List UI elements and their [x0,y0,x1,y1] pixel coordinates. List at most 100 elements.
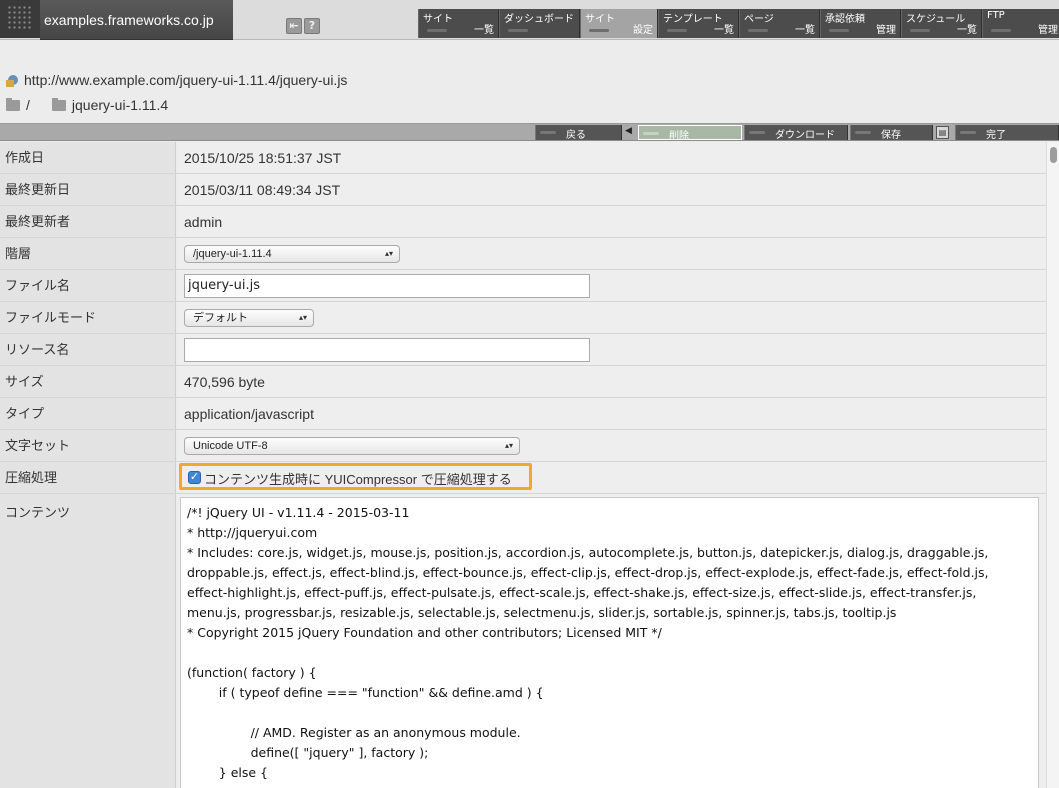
nav-sublabel: 管理 [1038,25,1058,36]
back-button[interactable]: 戻る [535,125,622,141]
site-name: examples.frameworks.co.jp [44,12,214,28]
scrollbar-thumb[interactable] [1050,147,1057,163]
triangle-left-icon: ◀ [625,126,632,136]
charset-label: 文字セット [0,430,176,461]
filename-cell: jquery-ui.js [177,270,1046,301]
row-created: 作成日 2015/10/25 18:51:37 JST [0,142,1046,174]
resource-label: リソース名 [0,334,176,365]
nav-sublabel: 設定 [633,25,653,36]
row-charset: 文字セット Unicode UTF-8 ▴▾ [0,430,1046,462]
main-nav: サイト 一覧 ダッシュボード サイト 設定 テンプレート 一覧 ページ 一覧 承認依頼管… [418,9,1059,38]
nav-sublabel: 管理 [876,25,896,36]
nav-approval[interactable]: 承認依頼 管理 [820,9,901,38]
exit-icon[interactable]: ⇤ [286,18,302,34]
filename-label: ファイル名 [0,270,176,301]
breadcrumb-root[interactable]: / [26,97,30,113]
url-row: http://www.example.com/jquery-ui-1.11.4/… [6,72,347,88]
size-cell: 470,596 byte [177,366,1046,397]
select-arrows-icon: ▴▾ [384,249,393,258]
nav-site-list[interactable]: サイト一覧 [418,9,499,38]
resource-cell [177,334,1046,365]
filemode-cell: デフォルト ▴▾ [177,302,1046,333]
content-editor[interactable]: /*! jQuery UI - v1.11.4 - 2015-03-11 * h… [180,497,1039,788]
modifier-cell: admin [177,206,1046,237]
nav-label: サイト [585,14,615,25]
download-label: ダウンロード [775,130,835,141]
top-bar: examples.frameworks.co.jp ⇤? サイト一覧 ダッシュボ… [0,0,1059,40]
row-filename: ファイル名 jquery-ui.js [0,270,1046,302]
row-size: サイズ 470,596 byte [0,366,1046,398]
indicator-led [540,131,556,134]
modified-cell: 2015/03/11 08:49:34 JST [177,174,1046,205]
row-modifier: 最終更新者 admin [0,206,1046,238]
download-button[interactable]: ダウンロード [744,125,848,141]
created-cell: 2015/10/25 18:51:37 JST [177,142,1046,173]
nav-sublabel: 一覧 [474,25,494,36]
file-url[interactable]: http://www.example.com/jquery-ui-1.11.4/… [24,72,347,88]
web-link-icon [6,73,20,87]
charset-select[interactable]: Unicode UTF-8 ▴▾ [184,437,520,455]
row-filemode: ファイルモード デフォルト ▴▾ [0,302,1046,334]
nav-ftp[interactable]: FTP 管理 [982,9,1059,38]
charset-cell: Unicode UTF-8 ▴▾ [177,430,1046,461]
done-label: 完了 [986,130,1006,141]
folder-icon [51,98,66,111]
save-label: 保存 [881,130,901,141]
indicator-led [643,132,659,135]
modifier-value: admin [184,214,223,230]
nav-site-settings[interactable]: サイト設定 [580,9,658,38]
row-type: タイプ application/javascript [0,398,1046,430]
nav-label: サイト [423,14,453,25]
resource-input[interactable] [184,338,590,362]
disk-icon: ▤ [936,126,949,139]
nav-template-list[interactable]: テンプレート 一覧 [658,9,739,38]
indicator-led [667,29,687,32]
delete-button[interactable]: 削除 [638,125,742,142]
hierarchy-select[interactable]: /jquery-ui-1.11.4 ▴▾ [184,245,400,263]
nav-sublabel: 一覧 [795,25,815,36]
content-label: コンテンツ [0,494,176,788]
nav-sublabel: 一覧 [714,25,734,36]
filename-input[interactable]: jquery-ui.js [184,274,590,298]
filemode-select-value: デフォルト [193,312,248,324]
indicator-led [960,131,976,134]
back-label: 戻る [566,130,586,141]
content-cell: /*! jQuery UI - v1.11.4 - 2015-03-11 * h… [177,494,1046,788]
compress-highlight: ✓ コンテンツ生成時に YUICompressor で圧縮処理する [179,463,532,490]
breadcrumb-folder[interactable]: jquery-ui-1.11.4 [72,97,168,113]
modified-label: 最終更新日 [0,174,176,205]
compress-checkbox[interactable]: ✓ [188,471,201,484]
nav-schedule[interactable]: スケジュール 一覧 [901,9,982,38]
action-bar: 戻る ◀ 削除 ダウンロード 保存 ▤ 完了 [0,123,1059,142]
app-grid-icon[interactable] [0,0,40,38]
hierarchy-cell: /jquery-ui-1.11.4 ▴▾ [177,238,1046,269]
row-hierarchy: 階層 /jquery-ui-1.11.4 ▴▾ [0,238,1046,270]
nav-label: 承認依頼 [825,14,865,25]
site-tab[interactable]: examples.frameworks.co.jp [40,0,233,40]
filemode-label: ファイルモード [0,302,176,333]
save-button[interactable]: 保存 [850,125,933,141]
compress-label: 圧縮処理 [0,462,176,493]
row-resource: リソース名 [0,334,1046,366]
charset-select-value: Unicode UTF-8 [193,440,268,452]
indicator-led [855,131,871,134]
done-button[interactable]: 完了 [955,125,1059,141]
row-modified: 最終更新日 2015/03/11 08:49:34 JST [0,174,1046,206]
filemode-select[interactable]: デフォルト ▴▾ [184,309,314,327]
delete-label: 削除 [669,131,689,142]
nav-page-list[interactable]: ページ 一覧 [739,9,820,38]
hierarchy-label: 階層 [0,238,176,269]
hierarchy-select-value: /jquery-ui-1.11.4 [193,248,272,260]
row-compress: 圧縮処理 ✓ コンテンツ生成時に YUICompressor で圧縮処理する [0,462,1046,494]
nav-label: FTP [987,10,1005,21]
nav-sublabel: 一覧 [957,25,977,36]
compress-checkbox-label[interactable]: コンテンツ生成時に YUICompressor で圧縮処理する [204,469,512,488]
help-icon[interactable]: ? [304,18,320,34]
nav-label: ダッシュボード [504,14,574,25]
nav-dashboard[interactable]: ダッシュボード [499,9,580,38]
indicator-led [589,29,609,32]
page-scrollbar[interactable] [1046,142,1059,788]
indicator-led [910,29,930,32]
select-arrows-icon: ▴▾ [298,313,307,322]
type-label: タイプ [0,398,176,429]
